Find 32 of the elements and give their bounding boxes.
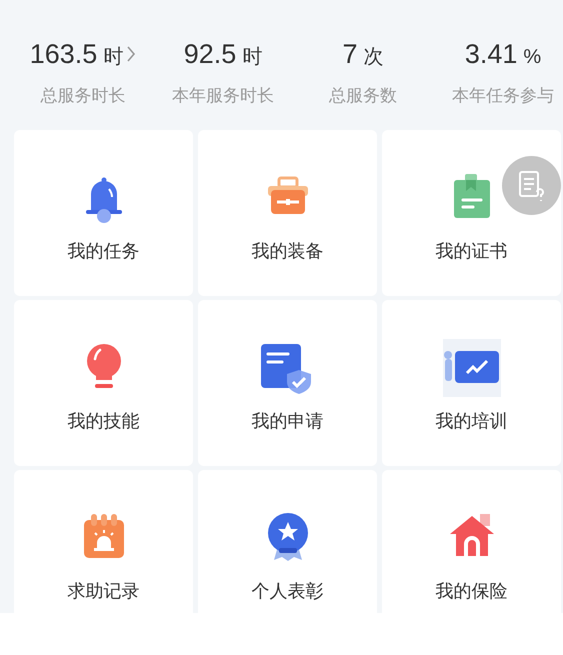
- stat-unit: 时: [242, 45, 262, 70]
- stat-unit: %: [523, 45, 542, 70]
- stat-value: 7: [342, 38, 358, 71]
- menu-tile[interactable]: 我的装备: [198, 130, 377, 296]
- menu-label: 我的任务: [68, 240, 140, 263]
- menu-label: 个人表彰: [252, 580, 324, 603]
- menu-tile[interactable]: 我的培训: [382, 300, 561, 466]
- stat-label: 本年任务参与: [452, 84, 554, 106]
- stat-value: 92.5: [184, 38, 236, 71]
- menu-tile[interactable]: 求助记录: [14, 470, 193, 613]
- menu-label: 我的技能: [68, 410, 140, 433]
- menu-tile[interactable]: 我的保险: [382, 470, 561, 613]
- chevron-right-icon[interactable]: [127, 46, 136, 62]
- stat-label: 本年服务时长: [172, 84, 274, 106]
- menu-label: 我的保险: [436, 580, 508, 603]
- stat-unit: 次: [364, 45, 384, 70]
- menu-tile[interactable]: 个人表彰: [198, 470, 377, 613]
- stat-label: 总服务数: [329, 84, 397, 106]
- menu-label: 我的证书: [436, 240, 508, 263]
- menu-label: 求助记录: [68, 580, 140, 603]
- stat-value: 163.5: [30, 38, 98, 71]
- menu-label: 我的申请: [252, 410, 324, 433]
- menu-label: 我的培训: [436, 410, 508, 433]
- stat-label: 总服务时长: [40, 84, 126, 106]
- document-question-icon: [516, 170, 546, 202]
- stat-value: 3.41: [464, 38, 518, 71]
- presentation-board-icon: [442, 339, 500, 397]
- menu-tile[interactable]: 我的任务: [14, 130, 193, 296]
- menu-tile[interactable]: 我的申请: [198, 300, 377, 466]
- stat-unit: 时: [103, 45, 124, 70]
- menu-tile[interactable]: 我的技能: [14, 300, 193, 466]
- menu-label: 我的装备: [252, 240, 324, 263]
